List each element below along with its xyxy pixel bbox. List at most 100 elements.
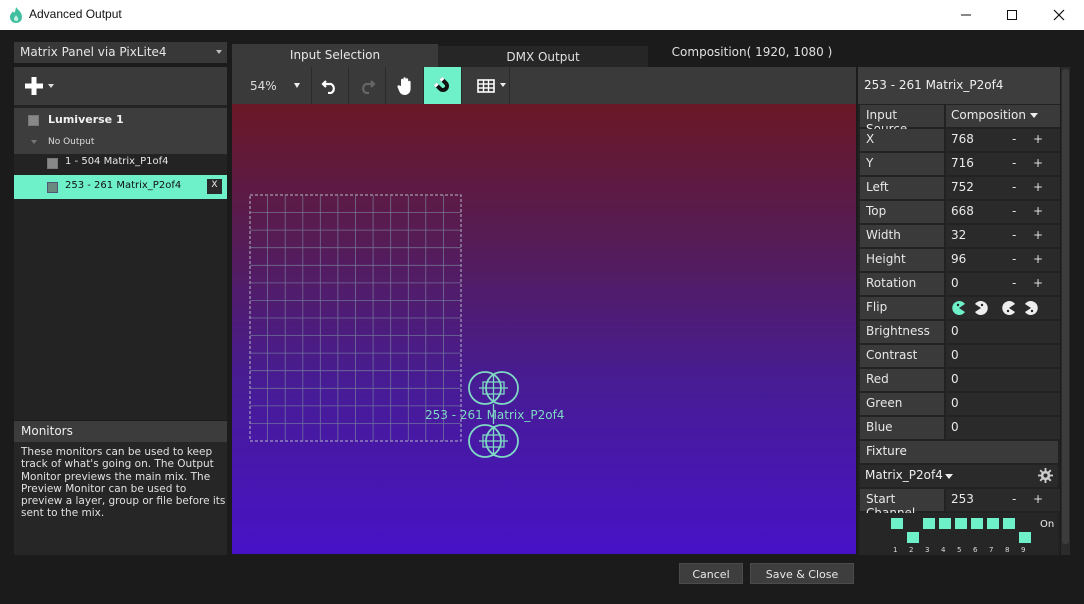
property-field[interactable]: 768 - + [946,129,1060,151]
property-value: 32 [951,228,967,242]
properties-panel: 253 - 261 Matrix_P2of4 Input Source Comp… [858,67,1060,555]
save-close-button[interactable]: Save & Close [750,563,854,584]
increment-button[interactable]: + [1033,228,1043,242]
property-field[interactable]: 752 - + [946,177,1060,199]
hand-icon [396,76,411,95]
property-field[interactable]: 96 - + [946,249,1060,271]
canvas-drawing [249,194,519,458]
layer-checkbox[interactable] [47,158,58,169]
property-value: 752 [951,180,974,194]
slider-value[interactable]: 0 [951,420,959,434]
channel-number: 7 [989,546,994,554]
property-field[interactable]: 716 - + [946,153,1060,175]
increment-button[interactable]: + [1033,276,1043,290]
flip-none-icon[interactable] [952,301,966,315]
layer-toolbar [14,67,227,105]
slider-value[interactable]: 0 [951,396,959,410]
property-label: Y [860,153,944,175]
increment-button[interactable]: + [1033,252,1043,266]
slider-value[interactable]: 0 [951,324,959,338]
flip-vertical-icon[interactable] [1002,301,1016,315]
flip-both-icon[interactable] [1024,301,1038,315]
channel-number: 6 [973,546,978,554]
layer-checkbox[interactable] [28,115,39,126]
slider-label: Contrast [860,345,944,367]
start-channel-field[interactable]: 253 - + [946,489,1060,511]
chevron-down-icon [216,50,222,54]
collapse-icon[interactable] [31,140,37,144]
increment-button[interactable]: + [1033,156,1043,170]
layer-checkbox[interactable] [47,182,58,193]
minimize-button[interactable] [943,0,989,30]
slider-field: 0 [946,369,1060,391]
zoom-select[interactable]: 54% [232,67,312,104]
chevron-down-icon [294,83,300,88]
decrement-button[interactable]: - [1012,156,1016,170]
channel-cell[interactable] [987,518,999,529]
increment-button[interactable]: + [1033,204,1043,218]
output-select-value: Matrix Panel via PixLite4 [20,45,167,59]
slider-value[interactable]: 0 [951,372,959,386]
redo-button[interactable] [349,67,386,104]
start-channel-value: 253 [951,492,974,506]
channel-cell[interactable] [891,518,903,529]
grid-tool-button[interactable] [462,67,510,104]
cancel-button[interactable]: Cancel [679,563,743,584]
decrement-button[interactable]: - [1012,276,1016,290]
chevron-down-icon[interactable] [48,84,54,88]
decrement-button[interactable]: - [1012,132,1016,146]
remove-layer-button[interactable]: X [207,179,222,194]
channel-number: 1 [893,546,898,554]
decrement-button[interactable]: - [1012,228,1016,242]
layer-label: Lumiverse 1 [48,113,124,126]
channel-number: 5 [957,546,962,554]
property-field[interactable]: 32 - + [946,225,1060,247]
channel-cell[interactable] [1019,532,1031,543]
decrement-button[interactable]: - [1012,204,1016,218]
input-source-select[interactable]: Composition [946,105,1060,127]
pan-tool-button[interactable] [386,67,424,104]
increment-button[interactable]: + [1033,492,1043,506]
composition-canvas[interactable]: 253 - 261 Matrix_P2of4 [232,104,856,554]
property-row-left: Left 752 - + [860,177,1060,199]
chevron-down-icon [500,83,506,87]
close-button[interactable] [1036,0,1082,30]
decrement-button[interactable]: - [1012,180,1016,194]
increment-button[interactable]: + [1033,180,1043,194]
chevron-down-icon[interactable] [945,474,953,479]
slider-label: Green [860,393,944,415]
window-title: Advanced Output [29,7,122,21]
increment-button[interactable]: + [1033,132,1043,146]
undo-button[interactable] [312,67,349,104]
channel-cell[interactable] [923,518,935,529]
scrollbar-thumb[interactable] [1062,69,1069,544]
slider-label: Blue [860,417,944,439]
gear-icon[interactable] [1038,468,1053,483]
layer-row-p1[interactable]: 1 - 504 Matrix_P1of4 [14,151,227,175]
decrement-button[interactable]: - [1012,252,1016,266]
property-value: 96 [951,252,967,266]
fixture-select-row[interactable]: Matrix_P2of4 [860,465,1058,487]
channel-number: 3 [925,546,930,554]
add-icon[interactable] [24,76,44,96]
snap-tool-button[interactable] [424,67,462,104]
property-field[interactable]: 0 - + [946,273,1060,295]
flip-horizontal-icon[interactable] [974,301,988,315]
flip-options [946,297,1060,319]
app-icon [10,7,22,23]
channel-cell[interactable] [907,532,919,543]
monitors-panel: Monitors These monitors can be used to k… [14,421,227,555]
layer-row-p2[interactable]: 253 - 261 Matrix_P2of4 X [14,175,227,199]
decrement-button[interactable]: - [1012,492,1016,506]
composition-label: Composition( 1920, 1080 ) [671,45,833,59]
property-field[interactable]: 668 - + [946,201,1060,223]
output-select[interactable]: Matrix Panel via PixLite4 [14,42,227,63]
channel-cell[interactable] [1003,518,1015,529]
channel-cell[interactable] [955,518,967,529]
tab-input-selection[interactable]: Input Selection [232,44,438,68]
channel-cell[interactable] [971,518,983,529]
slider-value[interactable]: 0 [951,348,959,362]
layer-row-lumiverse[interactable]: Lumiverse 1 [14,108,227,134]
maximize-button[interactable] [989,0,1035,30]
channel-cell[interactable] [939,518,951,529]
